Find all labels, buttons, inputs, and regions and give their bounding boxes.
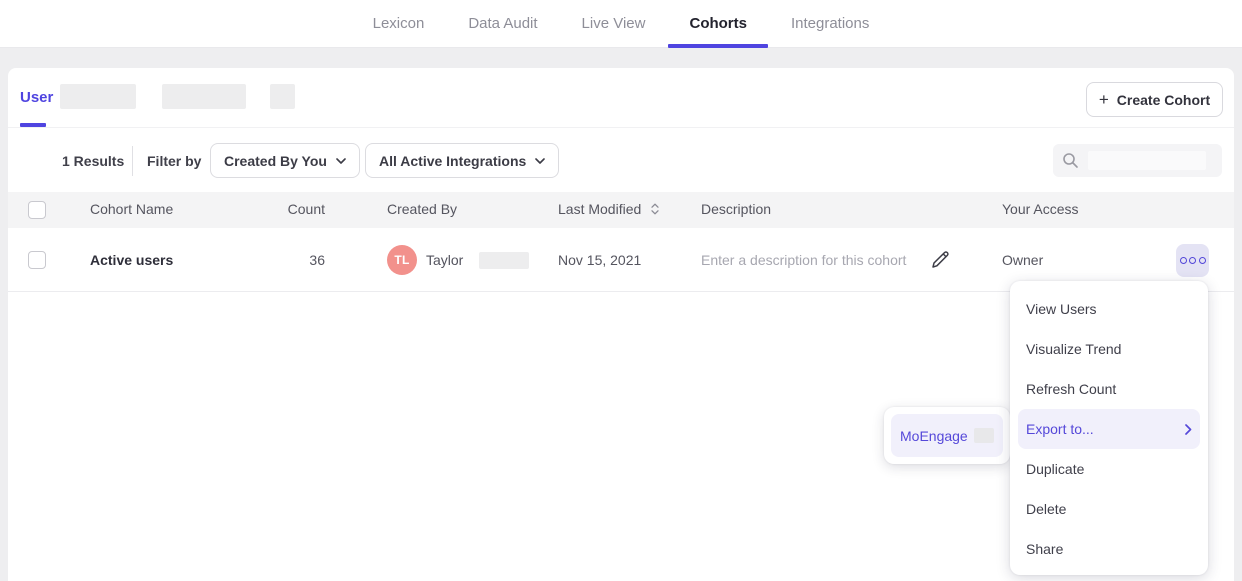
nav-tab-cohorts[interactable]: Cohorts: [689, 0, 747, 48]
plus-icon: +: [1099, 91, 1109, 108]
table-header: Cohort Name Count Created By Last Modifi…: [8, 192, 1234, 228]
menu-item-share[interactable]: Share: [1010, 529, 1208, 569]
row-checkbox[interactable]: [28, 251, 46, 269]
redacted-search-text: [1088, 151, 1206, 170]
created-by-dropdown-label: Created By You: [224, 153, 327, 169]
sort-icon[interactable]: [651, 203, 659, 215]
row-actions-menu: View Users Visualize Trend Refresh Count…: [1010, 281, 1208, 575]
submenu-item-moengage[interactable]: MoEngage: [891, 414, 1003, 457]
created-by-name: Taylor: [426, 252, 463, 268]
column-last-modified[interactable]: Last Modified: [558, 201, 659, 217]
avatar: TL: [387, 245, 417, 275]
column-your-access: Your Access: [1002, 201, 1079, 217]
pencil-icon: [929, 249, 951, 271]
nav-tab-data-audit[interactable]: Data Audit: [468, 0, 537, 48]
redacted-tab-2[interactable]: [162, 84, 246, 109]
column-last-modified-label: Last Modified: [558, 201, 641, 217]
filter-by-label: Filter by: [147, 153, 201, 169]
select-all-checkbox[interactable]: [28, 201, 46, 219]
more-dots-icon: [1180, 257, 1187, 264]
menu-item-refresh-count[interactable]: Refresh Count: [1010, 369, 1208, 409]
redacted-submenu-text: [974, 428, 994, 443]
search-input[interactable]: [1053, 144, 1222, 177]
menu-item-view-users[interactable]: View Users: [1010, 289, 1208, 329]
redacted-created-by-surname: [479, 252, 529, 269]
column-count: Count: [248, 201, 325, 217]
redacted-tab-3[interactable]: [270, 84, 295, 109]
cohort-type-tabstrip: User + Create Cohort: [8, 68, 1234, 128]
integrations-dropdown-label: All Active Integrations: [379, 153, 526, 169]
create-cohort-label: Create Cohort: [1117, 92, 1210, 108]
tab-user-underline: [20, 123, 46, 127]
search-icon: [1062, 152, 1079, 169]
menu-item-visualize-trend[interactable]: Visualize Trend: [1010, 329, 1208, 369]
export-to-label: Export to...: [1026, 421, 1094, 437]
moengage-label: MoEngage: [900, 428, 968, 444]
chevron-down-icon: [336, 158, 346, 164]
divider: [132, 146, 133, 176]
cohort-name[interactable]: Active users: [90, 252, 173, 268]
tab-user[interactable]: User: [20, 89, 53, 106]
last-modified-date: Nov 15, 2021: [558, 252, 641, 268]
description-placeholder[interactable]: Enter a description for this cohort: [701, 252, 906, 268]
menu-item-duplicate[interactable]: Duplicate: [1010, 449, 1208, 489]
chevron-right-icon: [1185, 424, 1192, 435]
column-description: Description: [701, 201, 771, 217]
edit-description-button[interactable]: [929, 249, 953, 273]
row-more-actions-button[interactable]: [1176, 244, 1209, 277]
chevron-down-icon: [535, 158, 545, 164]
column-created-by: Created By: [387, 201, 457, 217]
redacted-tab-1[interactable]: [60, 84, 136, 109]
integrations-dropdown[interactable]: All Active Integrations: [365, 143, 559, 178]
nav-tab-integrations[interactable]: Integrations: [791, 0, 869, 48]
created-by-dropdown[interactable]: Created By You: [210, 143, 360, 178]
column-cohort-name: Cohort Name: [90, 201, 173, 217]
export-submenu: MoEngage: [884, 407, 1010, 464]
menu-item-delete[interactable]: Delete: [1010, 489, 1208, 529]
menu-item-export-to[interactable]: Export to...: [1018, 409, 1200, 449]
nav-tab-lexicon[interactable]: Lexicon: [373, 0, 425, 48]
results-count: 1 Results: [62, 153, 124, 169]
nav-tab-live-view[interactable]: Live View: [582, 0, 646, 48]
cohort-count: 36: [248, 252, 325, 268]
filter-bar: 1 Results Filter by Created By You All A…: [8, 129, 1234, 192]
top-navigation: Lexicon Data Audit Live View Cohorts Int…: [0, 0, 1242, 48]
access-value: Owner: [1002, 252, 1043, 268]
create-cohort-button[interactable]: + Create Cohort: [1086, 82, 1223, 117]
